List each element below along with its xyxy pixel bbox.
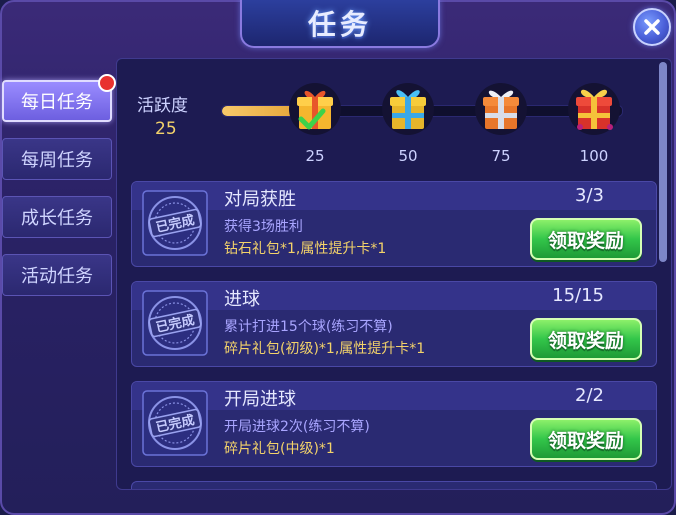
task-reward: 碎片礼包(中级)*1 — [224, 441, 335, 457]
task-card: 已完成 开局进球 2/2 开局进球2次(练习不算) 碎片礼包(中级)*1 领取奖… — [131, 381, 657, 467]
task-progress: 3/3 — [575, 185, 604, 206]
gift-box-red-icon[interactable] — [566, 81, 622, 137]
tab-daily-label: 每日任务 — [21, 92, 93, 113]
tab-growth[interactable]: 成长任务 — [2, 196, 112, 238]
milestone-100: 100 — [579, 147, 609, 165]
claim-reward-button[interactable]: 领取奖励 — [530, 218, 642, 260]
scrollbar[interactable] — [659, 62, 667, 262]
completed-stamp-icon: 已完成 — [142, 390, 208, 456]
tab-weekly[interactable]: 每周任务 — [2, 138, 112, 180]
task-description: 获得3场胜利 — [224, 219, 303, 235]
tab-event[interactable]: 活动任务 — [2, 254, 112, 296]
task-panel: 活跃度 25 25 50 75 100 已完成 对局获胜 3/3 获得3场胜利 … — [116, 58, 672, 490]
task-card: 已完成 对局获胜 3/3 获得3场胜利 钻石礼包*1,属性提升卡*1 领取奖励 — [131, 181, 657, 267]
gift-box-open-icon[interactable] — [287, 81, 343, 137]
milestone-50: 50 — [398, 147, 418, 165]
gift-box-blue-icon[interactable] — [380, 81, 436, 137]
completed-stamp-icon: 已完成 — [142, 290, 208, 356]
task-reward: 钻石礼包*1,属性提升卡*1 — [224, 241, 387, 257]
milestone-25: 25 — [305, 147, 325, 165]
close-button[interactable] — [633, 8, 671, 46]
task-reward: 碎片礼包(初级)*1,属性提升卡*1 — [224, 341, 426, 357]
activity-label: 活跃度 — [137, 96, 188, 116]
task-card-partial — [131, 481, 657, 489]
milestone-75: 75 — [491, 147, 511, 165]
task-name: 进球 — [224, 289, 260, 310]
completed-stamp-icon: 已完成 — [142, 190, 208, 256]
gift-box-orange-icon[interactable] — [473, 81, 529, 137]
activity-section: 活跃度 25 25 50 75 100 — [117, 59, 657, 169]
task-progress: 2/2 — [575, 385, 604, 406]
title-plate: 任务 — [240, 0, 440, 48]
page-title: 任务 — [307, 8, 372, 41]
task-card: 已完成 进球 15/15 累计打进15个球(练习不算) 碎片礼包(初级)*1,属… — [131, 281, 657, 367]
tab-event-label: 活动任务 — [21, 266, 93, 287]
task-description: 开局进球2次(练习不算) — [224, 419, 370, 435]
claim-reward-button[interactable]: 领取奖励 — [530, 418, 642, 460]
claim-reward-button[interactable]: 领取奖励 — [530, 318, 642, 360]
tab-growth-label: 成长任务 — [21, 208, 93, 229]
close-icon — [644, 19, 660, 35]
task-progress: 15/15 — [552, 285, 604, 306]
activity-value: 25 — [155, 119, 177, 139]
task-description: 累计打进15个球(练习不算) — [224, 319, 393, 335]
tab-weekly-label: 每周任务 — [21, 150, 93, 171]
task-name: 开局进球 — [224, 389, 296, 410]
notification-dot — [98, 74, 116, 92]
tab-daily[interactable]: 每日任务 — [2, 74, 116, 122]
task-name: 对局获胜 — [224, 189, 296, 210]
